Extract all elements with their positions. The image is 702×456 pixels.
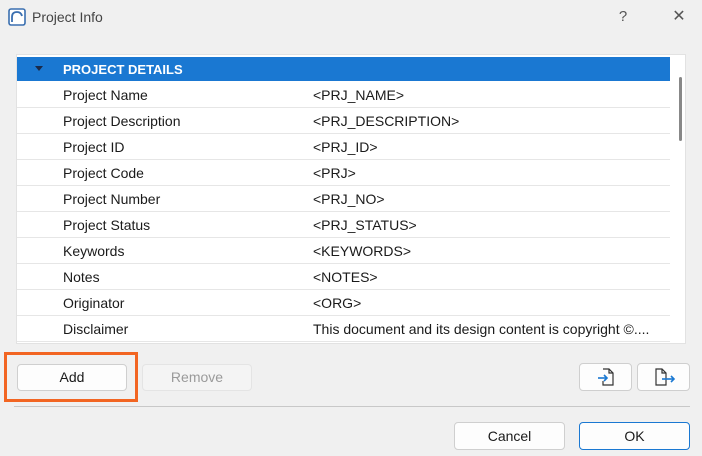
table-row[interactable]: Project ID <PRJ_ID> [17, 134, 670, 160]
property-name: Project Name [63, 87, 148, 103]
property-value[interactable]: <KEYWORDS> [313, 243, 665, 259]
property-value[interactable]: <PRJ_NO> [313, 191, 665, 207]
property-value[interactable]: <PRJ_DESCRIPTION> [313, 113, 665, 129]
table-row[interactable]: Project Name <PRJ_NAME> [17, 82, 670, 108]
table-row[interactable]: Project Description <PRJ_DESCRIPTION> [17, 108, 670, 134]
export-icon [655, 368, 676, 386]
help-button[interactable]: ? [612, 5, 634, 29]
property-value[interactable]: This document and its design content is … [313, 321, 665, 337]
window-title: Project Info [32, 9, 103, 25]
property-name: Project Description [63, 113, 181, 129]
property-value[interactable]: <ORG> [313, 295, 665, 311]
group-header-project-details[interactable]: PROJECT DETAILS [17, 57, 670, 81]
footer-divider [14, 406, 690, 407]
import-icon [598, 368, 614, 386]
property-name: Project Number [63, 191, 161, 207]
table-row[interactable]: Project Code <PRJ> [17, 160, 670, 186]
table-row[interactable]: Originator <ORG> [17, 290, 670, 316]
ok-button[interactable]: OK [579, 422, 690, 450]
property-value[interactable]: <NOTES> [313, 269, 665, 285]
table-row[interactable]: Notes <NOTES> [17, 264, 670, 290]
property-value[interactable]: <PRJ_STATUS> [313, 217, 665, 233]
property-value[interactable]: <PRJ_ID> [313, 139, 665, 155]
import-button[interactable] [579, 363, 632, 391]
scroll-thumb[interactable] [679, 77, 682, 141]
list-scrollbar[interactable] [674, 55, 685, 343]
table-row[interactable]: Project Status <PRJ_STATUS> [17, 212, 670, 238]
collapse-triangle-icon[interactable] [35, 66, 43, 71]
add-button[interactable]: Add [17, 364, 127, 391]
group-label: PROJECT DETAILS [63, 62, 183, 77]
property-rows: Project Name <PRJ_NAME> Project Descriptio… [17, 82, 670, 342]
title-bar: Project Info ? ✕ [0, 0, 702, 36]
property-name: Project Status [63, 217, 151, 233]
table-row[interactable]: Project Number <PRJ_NO> [17, 186, 670, 212]
cancel-button[interactable]: Cancel [454, 422, 565, 450]
close-button[interactable]: ✕ [668, 5, 690, 29]
property-name: Project ID [63, 139, 125, 155]
table-row[interactable]: Keywords <KEYWORDS> [17, 238, 670, 264]
table-row[interactable]: Disclaimer This document and its design c… [17, 316, 670, 342]
property-list: PROJECT DETAILS Project Name <PRJ_NAME> Pr… [16, 54, 686, 344]
property-name: Originator [63, 295, 125, 311]
export-button[interactable] [637, 363, 690, 391]
remove-button[interactable]: Remove [142, 364, 252, 391]
property-name: Notes [63, 269, 100, 285]
property-name: Keywords [63, 243, 125, 259]
property-name: Project Code [63, 165, 144, 181]
project-info-dialog: Project Info ? ✕ PROJECT DETAILS Project… [0, 0, 702, 456]
property-name: Disclaimer [63, 321, 129, 337]
property-value[interactable]: <PRJ> [313, 165, 665, 181]
app-icon [8, 8, 26, 26]
property-value[interactable]: <PRJ_NAME> [313, 87, 665, 103]
